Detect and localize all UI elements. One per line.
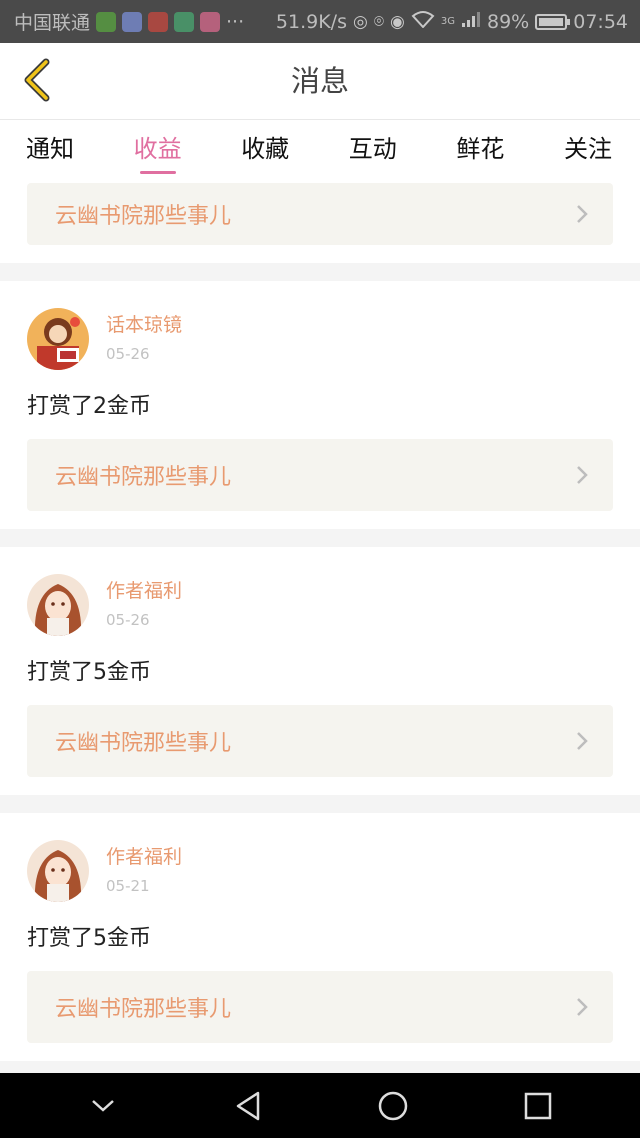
battery-percent: 89%	[487, 10, 530, 33]
book-link[interactable]: 云幽书院那些事儿	[27, 971, 613, 1043]
chevron-right-icon	[575, 204, 589, 224]
network-type: 3G	[440, 16, 455, 27]
status-bar: 中国联通 ··· 51.9K/s ◎ ⌾ ◉ 3G 89% 07:54	[0, 0, 640, 43]
tab-interactions[interactable]: 互动	[349, 120, 397, 178]
book-title: 云幽书院那些事儿	[55, 465, 232, 490]
square-recents-icon	[524, 1092, 551, 1119]
avatar[interactable]	[27, 840, 89, 902]
message-list[interactable]: 云幽书院那些事儿 话本琼镜 05-26 打赏了2金币 云幽书院那些事儿 作者福利…	[0, 178, 640, 1073]
message-card: 作者福利 05-21 打赏了5金币 云幽书院那些事儿	[0, 813, 640, 1061]
tab-earnings[interactable]: 收益	[134, 120, 182, 178]
back-button[interactable]	[12, 55, 62, 105]
header: 消息	[0, 43, 640, 120]
app-icon-red	[148, 11, 169, 32]
user-name[interactable]: 话本琼镜	[106, 312, 182, 338]
message-card: 云幽书院那些事儿	[0, 178, 640, 263]
message-date: 05-26	[106, 345, 150, 363]
tab-notifications[interactable]: 通知	[26, 120, 74, 178]
chevron-right-icon	[575, 731, 589, 751]
user-row: 作者福利 05-26	[27, 573, 613, 637]
user-row: 作者福利 05-21	[27, 839, 613, 903]
book-link[interactable]: 云幽书院那些事儿	[27, 439, 613, 511]
tab-following[interactable]: 关注	[564, 120, 612, 178]
app-icon	[122, 11, 143, 32]
app-icon-pink	[200, 11, 221, 32]
message-text: 打赏了2金币	[27, 394, 151, 419]
avatar[interactable]	[27, 574, 89, 636]
user-name[interactable]: 作者福利	[106, 844, 182, 870]
chevron-right-icon	[575, 465, 589, 485]
message-text: 打赏了5金币	[27, 660, 151, 685]
book-title: 云幽书院那些事儿	[55, 997, 232, 1022]
book-link[interactable]: 云幽书院那些事儿	[27, 183, 613, 245]
message-card: 话本琼镜 05-26 打赏了2金币 云幽书院那些事儿	[0, 281, 640, 529]
wifi-icon	[411, 10, 435, 33]
book-title: 云幽书院那些事儿	[55, 731, 232, 756]
battery-icon	[535, 13, 571, 30]
recents-nav-button[interactable]	[508, 1076, 568, 1136]
user-row: 话本琼镜 05-26	[27, 307, 613, 371]
message-date: 05-26	[106, 611, 150, 629]
chevron-right-icon	[575, 997, 589, 1017]
message-date: 05-21	[106, 877, 150, 895]
back-nav-button[interactable]	[218, 1076, 278, 1136]
user-name[interactable]: 作者福利	[106, 578, 182, 604]
location-icon: ⌾	[373, 11, 385, 32]
more-notifications-icon: ···	[226, 10, 245, 33]
carrier-label: 中国联通	[14, 12, 91, 34]
book-link[interactable]: 云幽书院那些事儿	[27, 705, 613, 777]
network-speed: 51.9K/s	[275, 10, 347, 33]
system-nav-bar	[0, 1073, 640, 1138]
message-card: 作者福利 05-26 打赏了5金币 云幽书院那些事儿	[0, 547, 640, 795]
tab-flowers[interactable]: 鲜花	[456, 120, 504, 178]
tab-bar: 通知 收益 收藏 互动 鲜花 关注	[0, 120, 640, 178]
avatar[interactable]	[27, 308, 89, 370]
message-text: 打赏了5金币	[27, 926, 151, 951]
eye-icon: ◉	[390, 11, 405, 32]
hide-keyboard-button[interactable]	[73, 1076, 133, 1136]
book-title: 云幽书院那些事儿	[55, 204, 232, 229]
circle-home-icon	[378, 1091, 407, 1120]
hd-icon: ◎	[352, 11, 368, 32]
tab-favorites[interactable]: 收藏	[241, 120, 289, 178]
signal-icon	[461, 11, 481, 32]
clock: 07:54	[573, 10, 628, 33]
wechat-icon	[96, 11, 117, 32]
chevron-left-icon	[24, 58, 50, 102]
app-icon-green	[174, 11, 195, 32]
page-title: 消息	[290, 64, 349, 98]
home-nav-button[interactable]	[363, 1076, 423, 1136]
chevron-down-icon	[91, 1099, 114, 1112]
triangle-back-icon	[236, 1091, 259, 1120]
